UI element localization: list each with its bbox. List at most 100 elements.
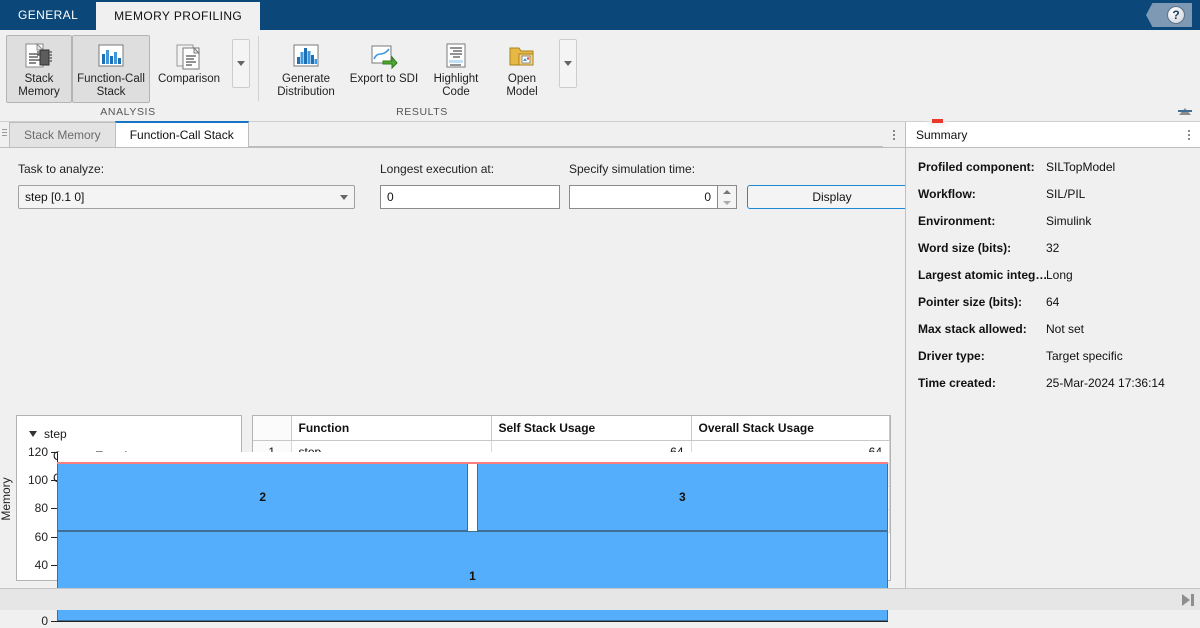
export-to-sdi-button[interactable]: Export to SDI <box>345 35 423 103</box>
chart-y-tick-label: 80 <box>0 501 48 515</box>
summary-row-key: Max stack allowed: <box>918 322 1046 336</box>
collapse-ribbon-button[interactable] <box>1176 104 1194 118</box>
status-bar <box>0 588 1200 610</box>
summary-row-key: Word size (bits): <box>918 241 1046 255</box>
simulation-time-input[interactable]: 0 <box>569 185 717 209</box>
stack-memory-icon <box>24 41 54 71</box>
col-self-stack-usage[interactable]: Self Stack Usage <box>491 416 691 440</box>
chevron-down-icon <box>237 61 245 66</box>
ribbon-tab-general[interactable]: GENERAL <box>0 0 96 30</box>
controls-row: Task to analyze: step [0.1 0] Longest ex… <box>0 148 905 215</box>
summary-row-key: Workflow: <box>918 187 1046 201</box>
tab-bar-filler <box>248 146 883 147</box>
ribbon-group-results-label: RESULTS <box>261 106 583 122</box>
summary-row-key: Largest atomic integ… <box>918 268 1046 282</box>
longest-execution-label: Longest execution at: <box>380 162 560 176</box>
comparison-icon <box>174 41 204 71</box>
main-panel: Stack Memory Function-Call Stack Task to… <box>0 122 905 610</box>
table-header-row: Function Self Stack Usage Overall Stack … <box>253 416 890 440</box>
function-call-stack-button[interactable]: Function-CallStack <box>72 35 150 103</box>
results-overflow-button[interactable] <box>559 39 577 88</box>
summary-options-menu-icon[interactable] <box>1178 122 1200 147</box>
chart-max-stack-line <box>57 462 888 464</box>
chart-block-2[interactable]: 2 <box>57 463 468 531</box>
red-marker-indicator <box>932 119 943 123</box>
tree-item-root-label: step <box>44 427 67 441</box>
simulation-time-stepper[interactable] <box>717 185 737 209</box>
open-model-button[interactable]: OpenModel <box>489 35 555 103</box>
ribbon-tab-memory-profiling[interactable]: MEMORY PROFILING <box>96 0 260 30</box>
summary-row-key: Time created: <box>918 376 1046 390</box>
chevron-down-icon <box>564 61 572 66</box>
summary-row: Environment:Simulink <box>918 214 1200 241</box>
tab-stack-memory-label: Stack Memory <box>24 128 101 142</box>
col-overall-stack-usage[interactable]: Overall Stack Usage <box>691 416 890 440</box>
chart-block-label: 2 <box>259 490 266 504</box>
display-button[interactable]: Display <box>747 185 917 209</box>
summary-row-key: Profiled component: <box>918 160 1046 174</box>
summary-row: Pointer size (bits):64 <box>918 295 1200 322</box>
ribbon-group-results: GenerateDistribution Export to SDI <box>261 30 583 122</box>
comparison-button[interactable]: Comparison <box>150 35 228 103</box>
summary-row: Max stack allowed:Not set <box>918 322 1200 349</box>
specify-simulation-time-label: Specify simulation time: <box>569 162 737 176</box>
tab-function-call-stack[interactable]: Function-Call Stack <box>115 121 249 147</box>
simulation-time-value: 0 <box>704 190 711 204</box>
summary-row-value: Not set <box>1046 322 1084 336</box>
generate-distribution-icon <box>291 41 321 71</box>
summary-row: Largest atomic integ…Long <box>918 268 1200 295</box>
ribbon-group-divider <box>258 36 259 101</box>
chart-block-3[interactable]: 3 <box>477 463 888 531</box>
ribbon-tab-general-label: GENERAL <box>18 8 78 22</box>
tab-stack-memory[interactable]: Stack Memory <box>9 122 116 147</box>
summary-row: Workflow:SIL/PIL <box>918 187 1200 214</box>
panel-drag-grip[interactable] <box>0 121 9 147</box>
collapse-ribbon-icon <box>1178 110 1192 112</box>
help-button[interactable]: ? <box>1146 3 1192 27</box>
summary-panel-header: Summary <box>906 122 1200 148</box>
panel-options-menu-icon[interactable] <box>883 122 905 147</box>
highlight-code-button[interactable]: HighlightCode <box>423 35 489 103</box>
col-index <box>253 416 291 440</box>
chart-y-tick-label: 0 <box>0 614 48 628</box>
chart-y-tick-label: 100 <box>0 473 48 487</box>
summary-title: Summary <box>916 128 967 142</box>
export-to-sdi-icon <box>369 41 399 71</box>
expand-panel-icon[interactable] <box>1182 594 1194 606</box>
col-function[interactable]: Function <box>291 416 491 440</box>
chart-x-axis-line <box>57 621 888 622</box>
summary-row: Driver type:Target specific <box>918 349 1200 376</box>
ribbon-group-analysis: StackMemory Function-CallStack <box>0 30 256 122</box>
workspace: Stack Memory Function-Call Stack Task to… <box>0 122 1200 610</box>
generate-distribution-label: GenerateDistribution <box>277 73 335 99</box>
tree-item-root[interactable]: step <box>17 423 241 445</box>
ribbon-group-analysis-label: ANALYSIS <box>0 106 256 122</box>
ribbon-tab-memory-profiling-label: MEMORY PROFILING <box>114 9 242 23</box>
chevron-down-icon[interactable] <box>29 431 37 437</box>
analysis-overflow-button[interactable] <box>232 39 250 88</box>
generate-distribution-button[interactable]: GenerateDistribution <box>267 35 345 103</box>
summary-row-value: Simulink <box>1046 214 1091 228</box>
question-mark-icon: ? <box>1167 6 1185 24</box>
chart-y-tick-label: 40 <box>0 558 48 572</box>
summary-row-value: Target specific <box>1046 349 1123 363</box>
longest-execution-value: 0 <box>387 190 394 204</box>
summary-row-value: 64 <box>1046 295 1059 309</box>
task-to-analyze-select[interactable]: step [0.1 0] <box>18 185 355 209</box>
memory-chart: Memory 020406080100120 123 <box>0 215 905 405</box>
ribbon: StackMemory Function-CallStack <box>0 30 1200 122</box>
stepper-up-icon[interactable] <box>718 186 736 197</box>
stack-memory-button[interactable]: StackMemory <box>6 35 72 103</box>
summary-row-value: SIL/PIL <box>1046 187 1085 201</box>
summary-row-value: Long <box>1046 268 1073 282</box>
display-button-label: Display <box>812 190 851 204</box>
open-model-label: OpenModel <box>506 73 537 99</box>
stepper-down-icon[interactable] <box>718 197 736 208</box>
panel-tab-bar: Stack Memory Function-Call Stack <box>0 122 905 148</box>
ribbon-tab-strip: GENERAL MEMORY PROFILING ? <box>0 0 1200 30</box>
chevron-down-icon <box>340 195 348 200</box>
summary-panel: Summary Profiled component:SILTopModelWo… <box>905 122 1200 610</box>
highlight-code-label: HighlightCode <box>434 73 479 99</box>
longest-execution-input[interactable]: 0 <box>380 185 560 209</box>
function-call-stack-icon <box>96 41 126 71</box>
